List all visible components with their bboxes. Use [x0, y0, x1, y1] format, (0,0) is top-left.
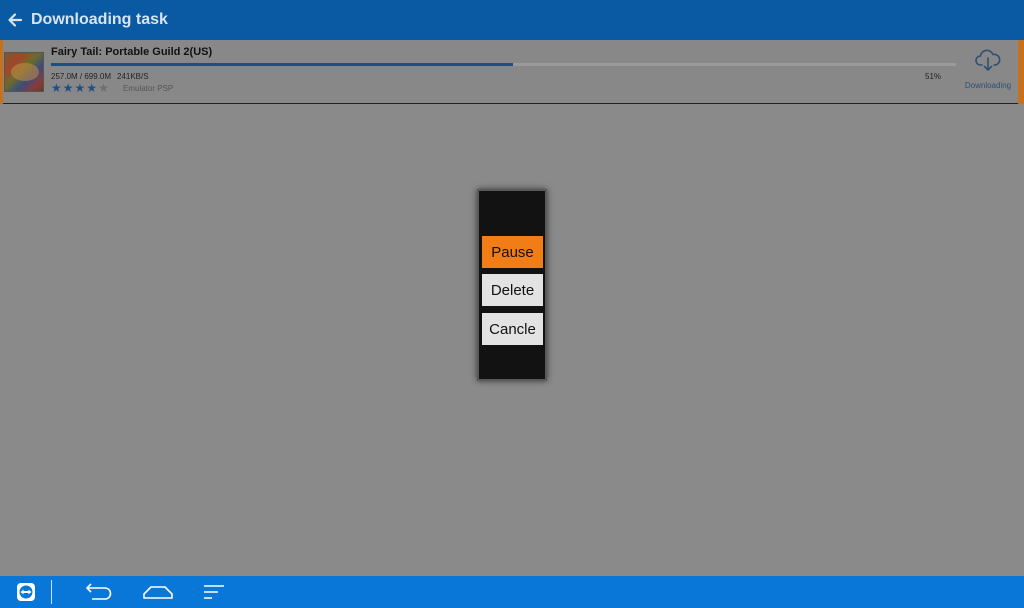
rating-stars: ★ ★ ★ ★ ★: [51, 82, 109, 94]
nav-divider: [51, 580, 52, 604]
card-accent-right: [1018, 40, 1024, 104]
arrow-left-icon: [8, 13, 23, 27]
platform-label: Emulator PSP: [123, 84, 174, 93]
teamviewer-button[interactable]: [14, 576, 38, 608]
download-speed: 241KB/S: [117, 72, 149, 81]
download-size: 257.0M / 699.0M: [51, 72, 112, 81]
star-filled-icon: ★: [86, 81, 98, 95]
star-filled-icon: ★: [62, 81, 74, 95]
download-task-item[interactable]: Fairy Tail: Portable Guild 2(US) 257.0M …: [0, 40, 1024, 104]
nav-back-button[interactable]: [82, 576, 114, 608]
card-accent-left: [0, 40, 3, 104]
back-icon: [86, 583, 112, 600]
download-status-button[interactable]: Downloading: [960, 46, 1016, 98]
nav-recents-button[interactable]: [201, 576, 227, 608]
app-bar: Downloading task: [0, 0, 1024, 40]
delete-button[interactable]: Delete: [482, 274, 543, 306]
star-filled-icon: ★: [74, 81, 86, 95]
download-progress-bar: [51, 63, 956, 66]
download-progress-fill: [51, 63, 513, 66]
teamviewer-icon: [17, 583, 35, 601]
star-empty-icon: ★: [98, 81, 109, 95]
home-icon: [143, 586, 173, 599]
download-status-label: Downloading: [964, 81, 1012, 90]
star-filled-icon: ★: [51, 81, 62, 95]
task-action-dialog: Pause Delete Cancle: [477, 189, 547, 381]
recents-icon: [204, 585, 224, 599]
game-title: Fairy Tail: Portable Guild 2(US): [51, 46, 213, 58]
system-nav-bar: [0, 576, 1024, 608]
download-percent: 51%: [925, 72, 942, 81]
nav-home-button[interactable]: [141, 576, 175, 608]
pause-button[interactable]: Pause: [482, 236, 543, 268]
page-title: Downloading task: [31, 11, 168, 28]
cancel-button[interactable]: Cancle: [482, 313, 543, 345]
cloud-download-icon: [975, 49, 1001, 71]
back-button[interactable]: [3, 0, 27, 40]
game-thumbnail: [4, 52, 44, 92]
